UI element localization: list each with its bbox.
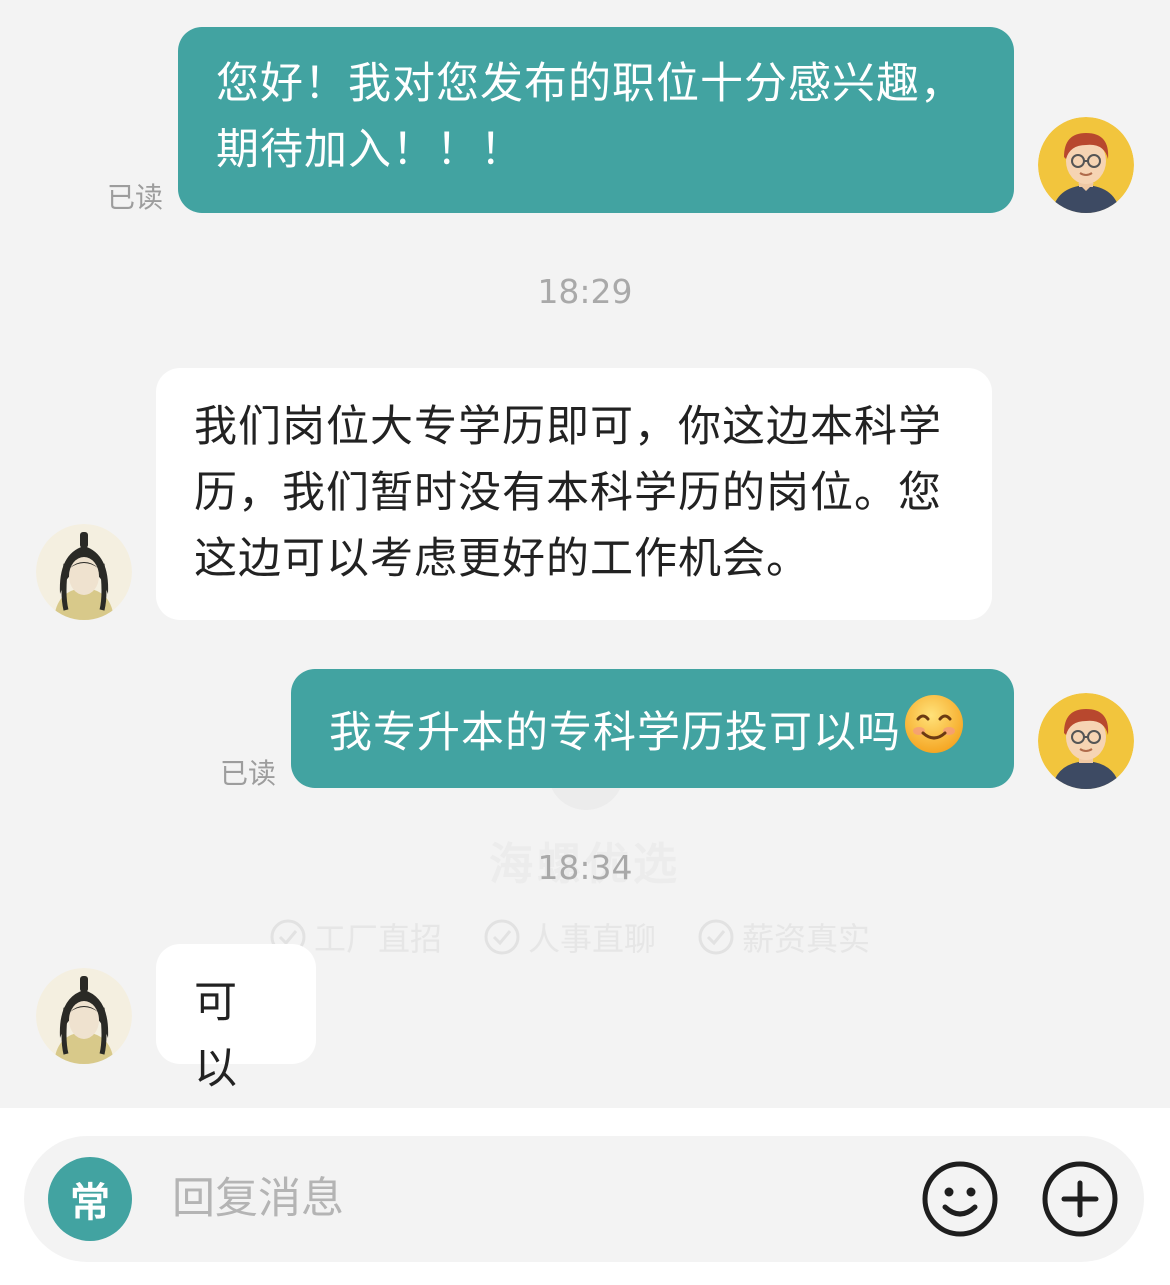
quick-reply-button[interactable]: 常 <box>48 1157 132 1241</box>
plus-circle-icon <box>1042 1161 1118 1237</box>
cartoon-man-avatar-icon <box>1038 693 1134 789</box>
watermark-tag: 薪资真实 <box>696 914 870 960</box>
message-line: 我们岗位大专学历即可，你这边本科学 <box>194 402 942 452</box>
contact-avatar[interactable] <box>36 524 132 620</box>
check-circle-icon <box>698 919 734 955</box>
watermark-tag-label: 人事直聊 <box>528 920 657 958</box>
message-line: 历，我们暂时没有本科学历的岗位。您 <box>194 468 942 518</box>
incoming-message-bubble[interactable]: 可以 <box>156 944 316 1094</box>
watermark-tag: 人事直聊 <box>482 914 656 960</box>
input-bar: 常 <box>0 1108 1170 1285</box>
reply-input[interactable] <box>172 1166 872 1232</box>
check-circle-icon <box>484 919 520 955</box>
my-avatar[interactable] <box>1038 117 1134 213</box>
timestamp: 18:34 <box>537 848 633 887</box>
smiley-icon <box>922 1161 998 1237</box>
cartoon-man-avatar-icon <box>1038 117 1134 213</box>
anime-character-avatar-icon <box>36 968 132 1064</box>
message-line: 期待加入！！！ <box>216 125 524 175</box>
more-button[interactable] <box>1040 1159 1120 1239</box>
message-line: 我专升本的专科学历投可以吗 <box>329 708 901 758</box>
message-line: 可以 <box>194 978 238 1094</box>
message-line: 这边可以考虑更好的工作机会。 <box>194 534 810 584</box>
emoji-button[interactable] <box>920 1159 1000 1239</box>
smiling-face-emoji-icon <box>903 693 965 774</box>
watermark-tag-label: 工厂直招 <box>314 920 443 958</box>
input-pill: 常 <box>24 1136 1144 1262</box>
my-avatar[interactable] <box>1038 693 1134 789</box>
watermark-tags: 工厂直招 人事直聊 薪资真实 <box>268 914 870 960</box>
read-status: 已读 <box>220 757 277 790</box>
message-list[interactable]: 海螺优选 工厂直招 人事直聊 薪资真实 您好！我对您发布的职位十分感兴趣， 期待… <box>0 0 1170 1108</box>
chat-screen: 海螺优选 工厂直招 人事直聊 薪资真实 您好！我对您发布的职位十分感兴趣， 期待… <box>0 0 1170 1285</box>
timestamp: 18:29 <box>537 272 633 311</box>
watermark-tag-label: 薪资真实 <box>742 920 871 958</box>
outgoing-message-bubble[interactable]: 我专升本的专科学历投可以吗 <box>291 669 1014 788</box>
incoming-message-bubble[interactable]: 我们岗位大专学历即可，你这边本科学 历，我们暂时没有本科学历的岗位。您 这边可以… <box>156 368 992 620</box>
read-status: 已读 <box>107 181 164 214</box>
message-line: 您好！我对您发布的职位十分感兴趣， <box>216 59 964 109</box>
anime-character-avatar-icon <box>36 524 132 620</box>
contact-avatar[interactable] <box>36 968 132 1064</box>
outgoing-message-bubble[interactable]: 您好！我对您发布的职位十分感兴趣， 期待加入！！！ <box>178 27 1014 213</box>
